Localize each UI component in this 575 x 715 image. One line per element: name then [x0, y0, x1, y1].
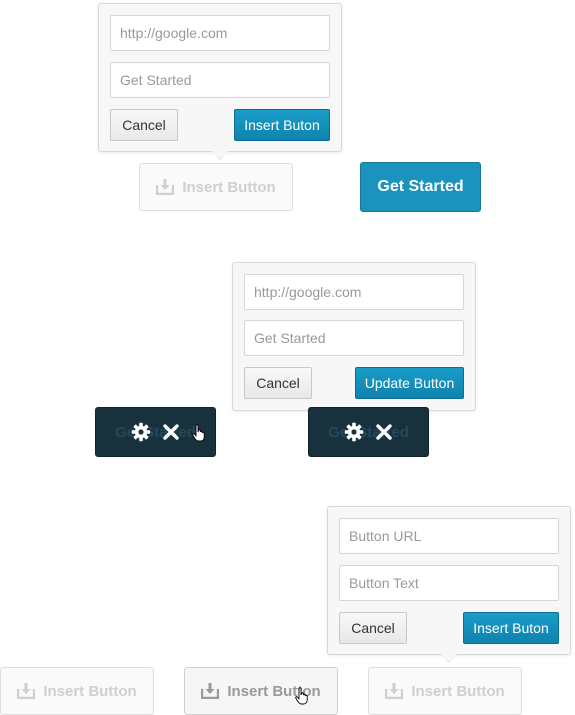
insert-button-popover: Cancel Insert Buton	[327, 506, 571, 655]
insert-button-placeholder[interactable]: Insert Button	[368, 667, 522, 715]
insert-button-placeholder[interactable]: Insert Button	[139, 163, 293, 211]
insert-button-placeholder-hover[interactable]: Insert Button	[184, 667, 338, 715]
insert-button-label: Insert Button	[182, 178, 276, 196]
button-url-input[interactable]	[339, 518, 559, 554]
insert-button-popover: Cancel Insert Buton	[98, 3, 342, 152]
cancel-button[interactable]: Cancel	[110, 109, 178, 141]
gear-icon[interactable]	[131, 422, 151, 442]
text-input[interactable]	[244, 320, 464, 356]
url-input[interactable]	[110, 15, 330, 51]
insert-button-submit[interactable]: Insert Buton	[234, 109, 330, 141]
edit-button-overlay[interactable]: Get Started	[95, 407, 216, 457]
update-button-submit[interactable]: Update Button	[355, 367, 464, 399]
insert-button-placeholder[interactable]: Insert Button	[0, 667, 154, 715]
update-button-popover: Cancel Update Button	[232, 262, 476, 411]
download-icon	[385, 683, 404, 699]
insert-button-label: Insert Button	[411, 682, 505, 700]
get-started-label: Get Started	[377, 178, 464, 195]
close-icon[interactable]	[374, 422, 394, 442]
gear-icon[interactable]	[344, 422, 364, 442]
download-icon	[201, 683, 220, 699]
insert-button-label: Insert Button	[43, 682, 137, 700]
edit-tools	[309, 408, 428, 456]
button-text-input[interactable]	[339, 565, 559, 601]
hand-cursor-icon	[192, 424, 205, 442]
insert-button-submit[interactable]: Insert Buton	[463, 612, 559, 644]
download-icon	[156, 179, 175, 195]
text-input[interactable]	[110, 62, 330, 98]
edit-button-overlay[interactable]: Get Started	[308, 407, 429, 457]
cancel-button[interactable]: Cancel	[339, 612, 407, 644]
url-input[interactable]	[244, 274, 464, 310]
get-started-button[interactable]: Get Started	[360, 162, 481, 212]
cancel-button[interactable]: Cancel	[244, 367, 312, 399]
close-icon[interactable]	[161, 422, 181, 442]
hand-cursor-icon	[295, 687, 308, 705]
download-icon	[17, 683, 36, 699]
